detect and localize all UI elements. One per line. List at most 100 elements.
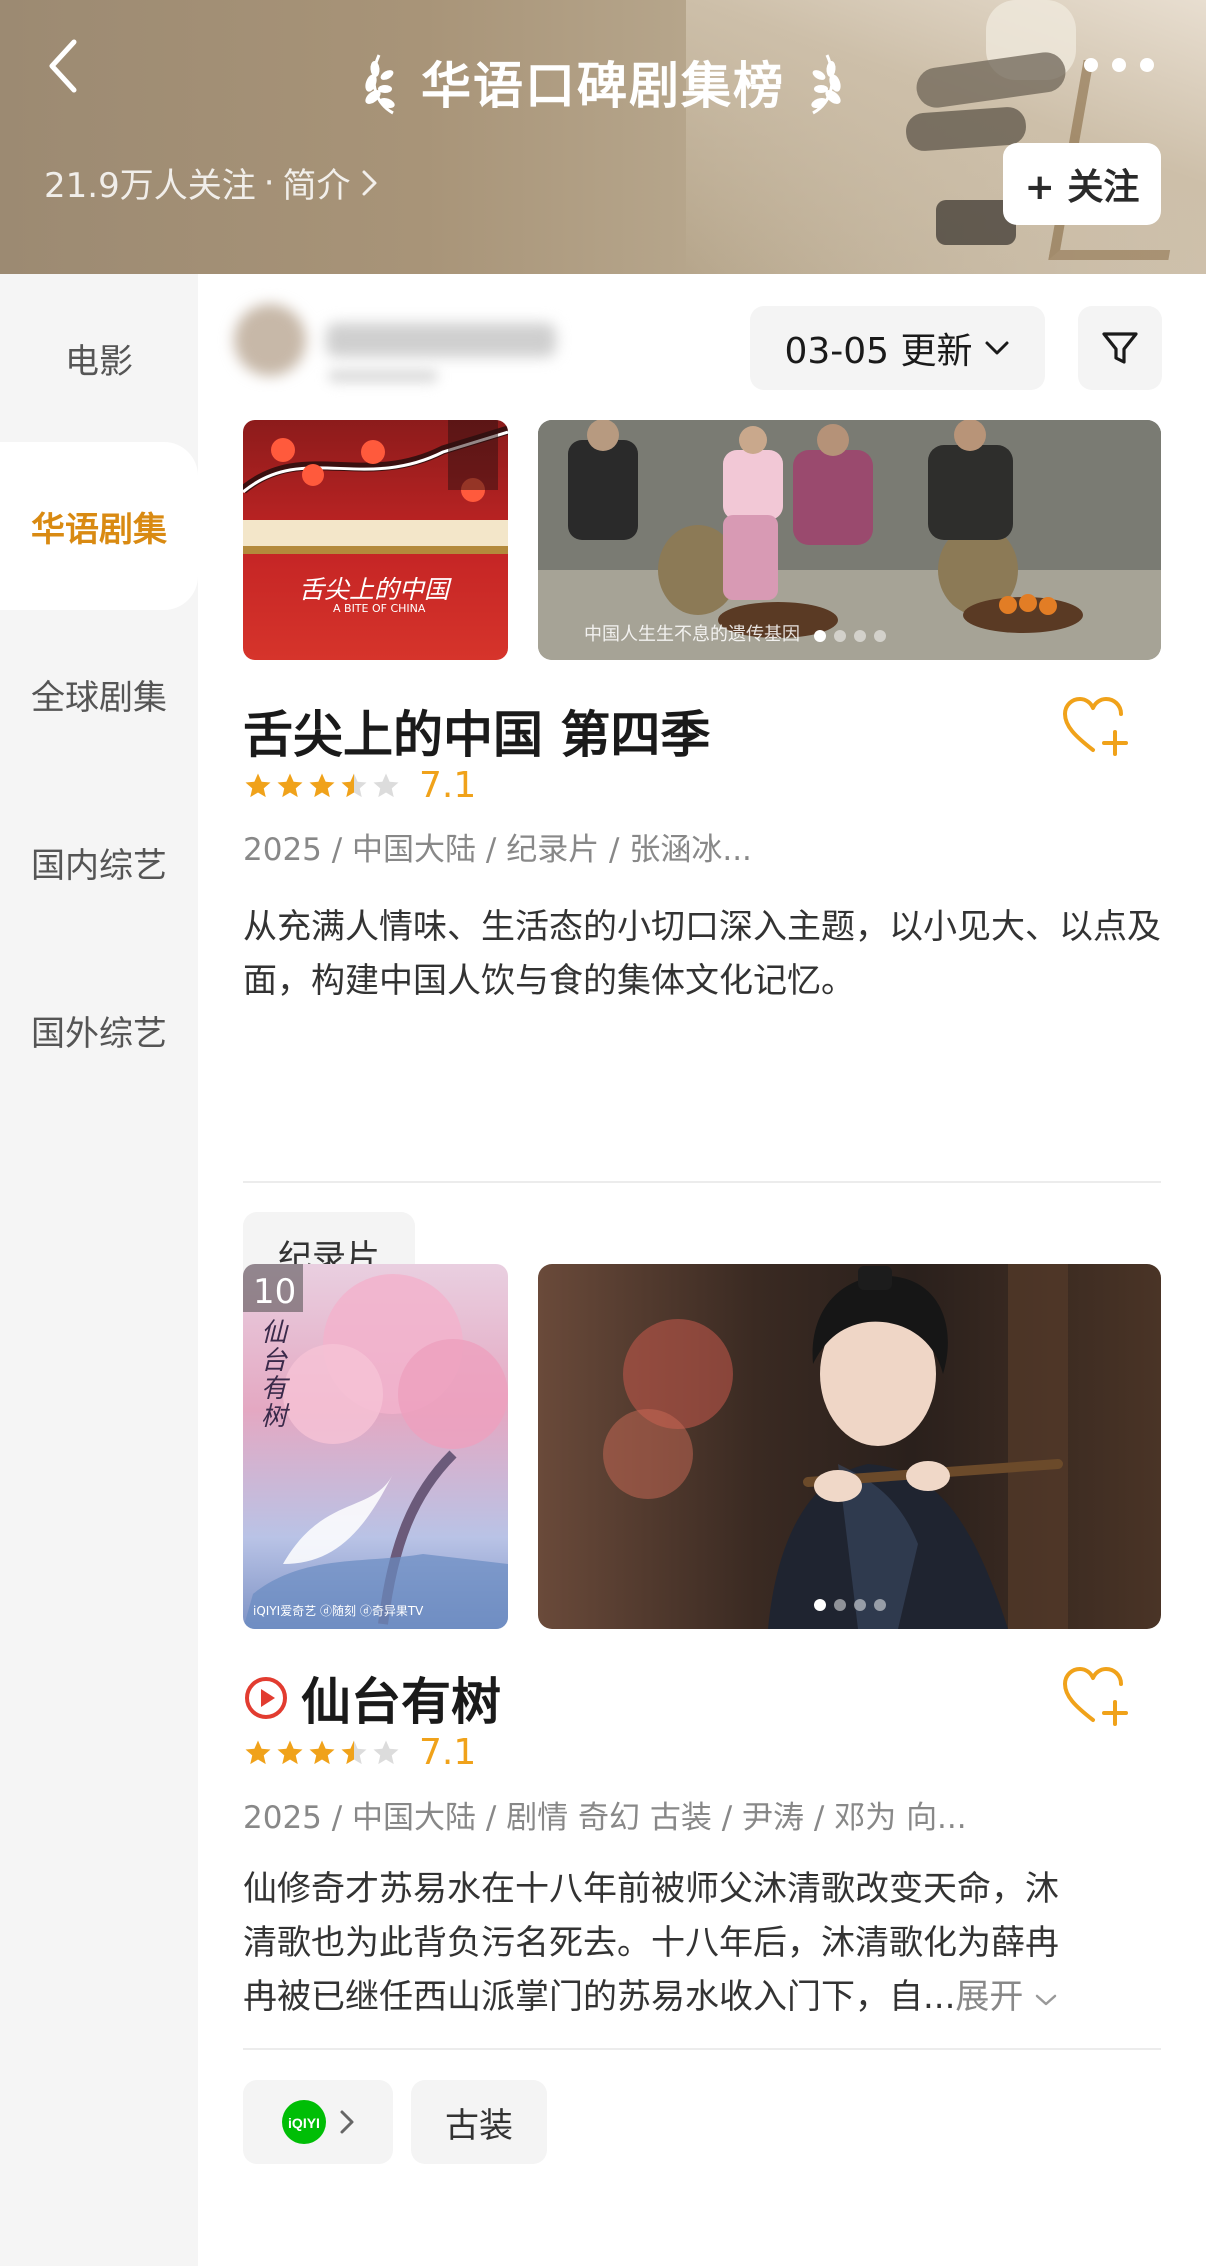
more-dot-icon — [1140, 58, 1154, 72]
carousel-dots — [538, 1599, 1161, 1611]
avatar — [234, 304, 306, 376]
follower-count: 21.9万人关注 — [44, 166, 256, 206]
star-empty-icon — [373, 1740, 399, 1764]
divider — [243, 1181, 1161, 1183]
divider — [243, 2048, 1161, 2050]
description-line: 清歌也为此背负污名死去。十八年后，沐清歌化为薛冉 — [243, 1923, 1059, 1963]
sidebar-item-label: 全球剧集 — [31, 677, 167, 718]
show-still-carousel[interactable] — [538, 1264, 1161, 1629]
show-title-text: 舌尖上的中国 第四季 — [243, 706, 711, 764]
blurred-user-info — [234, 304, 556, 376]
carousel-dot — [853, 1599, 866, 1611]
heart-plus-icon — [1063, 697, 1128, 756]
star-rating — [243, 1738, 401, 1768]
category-sidebar: 电影 华语剧集 全球剧集 国内综艺 国外综艺 — [0, 274, 198, 2266]
main-content: 03-05 更新 舌尖上的中国 A BITE OF CHINA 中国人生生不息的… — [198, 274, 1206, 2266]
chevron-right-icon — [362, 170, 377, 195]
add-to-favorites-button[interactable] — [1061, 1666, 1131, 1728]
chevron-down-icon — [1035, 1994, 1057, 2006]
chevron-down-icon — [985, 341, 1009, 355]
sidebar-item-label: 国外综艺 — [31, 1013, 167, 1054]
svg-text:iQIYI: iQIYI — [288, 2115, 320, 2131]
update-date-label: 03-05 更新 — [784, 331, 973, 372]
star-full-icon — [277, 773, 303, 797]
carousel-dot — [853, 630, 866, 642]
header-background-figure — [876, 0, 1076, 270]
show-meta: 2025 / 中国大陆 / 剧情 奇幻 古装 / 尹涛 / 邓为 向... — [243, 1800, 967, 1836]
star-full-icon — [245, 1740, 271, 1764]
poster-title: 仙台有树 — [261, 1318, 288, 1432]
star-half-icon — [341, 1740, 367, 1764]
poster-artwork — [243, 420, 508, 554]
description-line: 仙修奇才苏易水在十八年前被师父沐清歌改变天命，沐 — [243, 1869, 1059, 1909]
blurred-user-subtext — [328, 369, 438, 383]
chevron-right-icon — [340, 2110, 354, 2134]
laurel-left-icon — [365, 54, 395, 115]
intro-link[interactable]: 简介 — [283, 158, 379, 207]
poster-title: 舌尖上的中国 — [299, 575, 450, 604]
sidebar-item-label: 华语剧集 — [31, 509, 167, 550]
rating: 7.1 — [243, 765, 476, 806]
poster-subtitle: A BITE OF CHINA — [333, 602, 426, 615]
show-poster[interactable]: 舌尖上的中国 A BITE OF CHINA — [243, 420, 508, 660]
sidebar-item-label: 国内综艺 — [31, 845, 167, 886]
update-date-dropdown[interactable]: 03-05 更新 — [750, 306, 1045, 390]
filter-button[interactable] — [1078, 306, 1162, 390]
expand-label: 展开 — [955, 1977, 1024, 2017]
carousel-dot — [813, 630, 826, 642]
laurel-right-icon — [811, 54, 841, 115]
show-card[interactable]: 10 仙台有树 iQIYI爱奇艺 ⓓ随刻 ⓓ奇异果TV 仙台有树 7.1 202… — [243, 1264, 1161, 2264]
show-description: 仙修奇才苏易水在十八年前被师父沐清歌改变天命，沐 清歌也为此背负污名死去。十八年… — [243, 1862, 1161, 2024]
carousel-dots — [538, 630, 1161, 642]
follower-info: 21.9万人关注 · 简介 — [44, 158, 379, 207]
sidebar-item-label: 电影 — [65, 341, 133, 382]
carousel-dot — [873, 1599, 886, 1611]
star-full-icon — [277, 1740, 303, 1764]
more-dot-icon — [1084, 58, 1098, 72]
expand-button[interactable]: 展开 — [955, 1977, 1058, 2017]
poster-rank: 10 — [253, 1272, 297, 1312]
carousel-dot — [833, 1599, 846, 1611]
star-half-icon — [341, 773, 367, 797]
show-title[interactable]: 仙台有树 — [243, 1662, 501, 1734]
follow-button[interactable]: + 关注 — [1003, 143, 1161, 225]
header-banner: 华语口碑剧集榜 21.9万人关注 · 简介 + 关注 — [0, 0, 1206, 274]
star-rating — [243, 771, 401, 801]
show-title[interactable]: 舌尖上的中国 第四季 — [243, 695, 710, 767]
star-empty-icon — [373, 773, 399, 797]
show-still-carousel[interactable]: 中国人生生不息的遗传基因 — [538, 420, 1161, 660]
play-circle-icon — [245, 1677, 287, 1719]
show-poster[interactable]: 10 仙台有树 iQIYI爱奇艺 ⓓ随刻 ⓓ奇异果TV — [243, 1264, 508, 1629]
iqiyi-logo-icon: iQIYI — [282, 2100, 326, 2144]
sidebar-item-domestic-variety[interactable]: 国内综艺 — [0, 778, 198, 946]
platform-button-iqiyi[interactable]: iQIYI — [243, 2080, 393, 2164]
more-dot-icon — [1112, 58, 1126, 72]
star-full-icon — [309, 1740, 335, 1764]
add-to-favorites-button[interactable] — [1061, 696, 1131, 758]
filter-icon — [1102, 332, 1138, 364]
genre-tag[interactable]: 古装 — [411, 2080, 547, 2164]
carousel-dot — [833, 630, 846, 642]
sidebar-item-chinese-series[interactable]: 华语剧集 — [0, 442, 198, 610]
heart-plus-icon — [1063, 1667, 1128, 1726]
page-title-group: 华语口碑剧集榜 — [0, 42, 1206, 122]
sidebar-item-global-series[interactable]: 全球剧集 — [0, 610, 198, 778]
still-image — [603, 1264, 1068, 1629]
description-line-last: 冉被已继任西山派掌门的苏易水收入门下，自...展开 — [243, 1970, 1161, 2024]
show-description: 从充满人情味、生活态的小切口深入主题，以小见大、以点及面，构建中国人饮与食的集体… — [243, 907, 1161, 1001]
star-full-icon — [309, 773, 335, 797]
carousel-dot — [813, 1599, 826, 1611]
carousel-dot — [873, 630, 886, 642]
show-meta: 2025 / 中国大陆 / 纪录片 / 张涵冰... — [243, 832, 752, 868]
page-title: 华语口碑剧集榜 — [421, 57, 785, 115]
sidebar-item-foreign-variety[interactable]: 国外综艺 — [0, 946, 198, 1114]
show-title-text: 仙台有树 — [301, 1673, 501, 1731]
rating-score: 7.1 — [419, 1732, 477, 1773]
separator-dot: · — [263, 162, 275, 203]
poster-platform-logos: iQIYI爱奇艺 ⓓ随刻 ⓓ奇异果TV — [253, 1604, 424, 1618]
more-options-button[interactable] — [1084, 48, 1154, 82]
rating: 7.1 — [243, 1732, 476, 1773]
blurred-username — [326, 323, 556, 357]
sidebar-item-movies[interactable]: 电影 — [0, 274, 198, 442]
description-line: 冉被已继任西山派掌门的苏易水收入门下，自... — [243, 1977, 956, 2017]
